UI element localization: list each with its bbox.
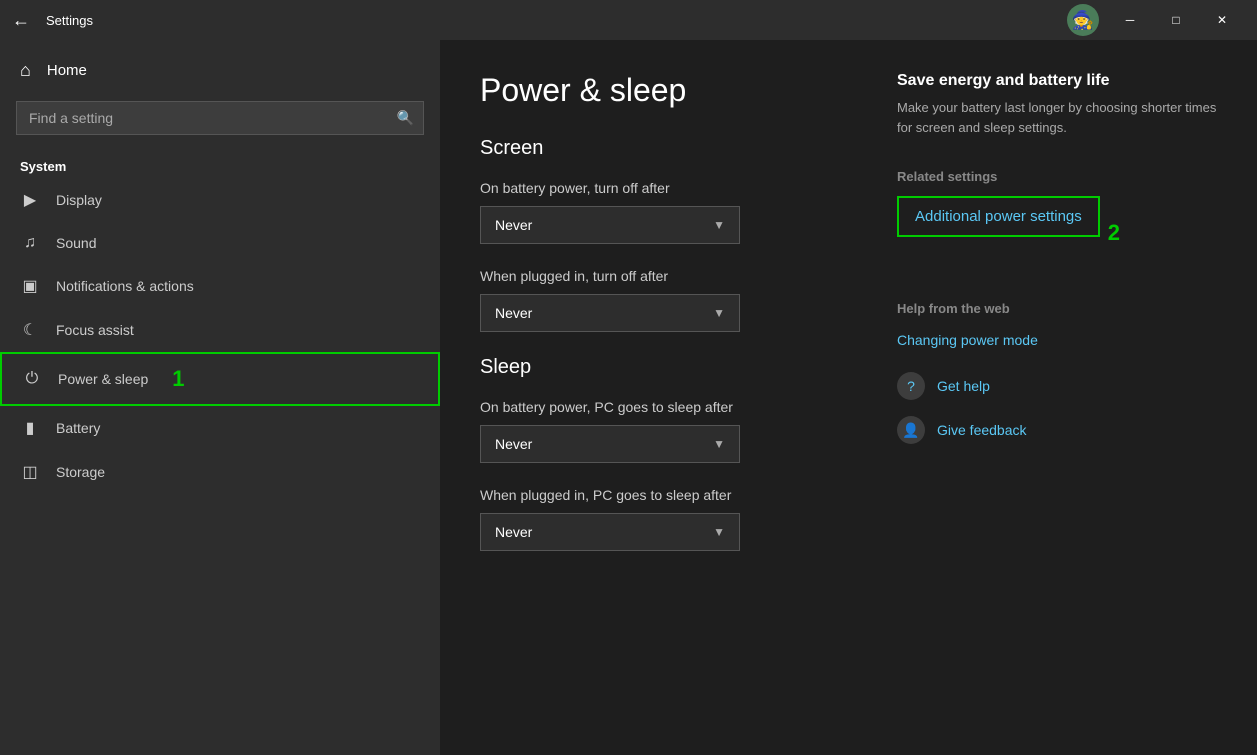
sidebar-item-storage[interactable]: ◫ Storage bbox=[0, 450, 440, 494]
screen-battery-label: On battery power, turn off after bbox=[480, 180, 849, 196]
content-side: Save energy and battery life Make your b… bbox=[897, 72, 1217, 723]
home-icon: ⌂ bbox=[20, 60, 31, 81]
get-help-label: Get help bbox=[937, 378, 990, 394]
sidebar-item-battery[interactable]: ▮ Battery bbox=[0, 406, 440, 450]
sidebar-item-label: Storage bbox=[56, 464, 105, 480]
get-help-icon: ? bbox=[897, 372, 925, 400]
search-icon: 🔍 bbox=[397, 110, 414, 127]
sleep-battery-dropdown[interactable]: Never ▼ bbox=[480, 425, 740, 463]
sleep-section: Sleep On battery power, PC goes to sleep… bbox=[480, 356, 849, 551]
minimize-button[interactable]: ─ bbox=[1107, 4, 1153, 36]
search-box: 🔍 bbox=[16, 101, 424, 135]
avatar: 🧙 bbox=[1067, 4, 1099, 36]
changing-power-mode-link[interactable]: Changing power mode bbox=[897, 332, 1217, 348]
sidebar-item-notifications[interactable]: ▣ Notifications & actions bbox=[0, 264, 440, 308]
screen-plugged-label: When plugged in, turn off after bbox=[480, 268, 849, 284]
screen-plugged-value: Never bbox=[495, 305, 532, 321]
sound-icon: ♫ bbox=[20, 234, 40, 252]
sleep-battery-value: Never bbox=[495, 436, 532, 452]
sleep-plugged-dropdown[interactable]: Never ▼ bbox=[480, 513, 740, 551]
help-section-title: Help from the web bbox=[897, 301, 1217, 316]
app-body: ⌂ Home 🔍 System ▶ Display ♫ Sound ▣ Noti… bbox=[0, 40, 1257, 755]
back-button[interactable]: ← bbox=[12, 10, 30, 31]
sidebar-item-label: Display bbox=[56, 192, 102, 208]
screen-section-title: Screen bbox=[480, 137, 849, 160]
sidebar-item-focus[interactable]: ☾ Focus assist bbox=[0, 308, 440, 352]
give-feedback-label: Give feedback bbox=[937, 422, 1027, 438]
focus-icon: ☾ bbox=[20, 320, 40, 340]
give-feedback-icon: 👤 bbox=[897, 416, 925, 444]
save-energy-title: Save energy and battery life bbox=[897, 72, 1217, 90]
sidebar-item-label: Battery bbox=[56, 420, 100, 436]
sidebar-item-home[interactable]: ⌂ Home bbox=[0, 48, 440, 93]
sidebar-item-label: Notifications & actions bbox=[56, 278, 194, 294]
sidebar-item-label: Focus assist bbox=[56, 322, 134, 338]
badge-2: 2 bbox=[1108, 220, 1120, 246]
badge-1: 1 bbox=[172, 366, 184, 392]
sidebar: ⌂ Home 🔍 System ▶ Display ♫ Sound ▣ Noti… bbox=[0, 40, 440, 755]
sleep-plugged-value: Never bbox=[495, 524, 532, 540]
close-button[interactable]: ✕ bbox=[1199, 4, 1245, 36]
related-settings-label: Related settings bbox=[897, 169, 1217, 184]
get-help-link[interactable]: ? Get help bbox=[897, 372, 1217, 400]
battery-icon: ▮ bbox=[20, 418, 40, 438]
sleep-plugged-label: When plugged in, PC goes to sleep after bbox=[480, 487, 849, 503]
maximize-button[interactable]: □ bbox=[1153, 4, 1199, 36]
display-icon: ▶ bbox=[20, 190, 40, 210]
content-main: Power & sleep Screen On battery power, t… bbox=[480, 72, 849, 723]
window-controls: ─ □ ✕ bbox=[1107, 4, 1245, 36]
sidebar-home-label: Home bbox=[47, 62, 87, 79]
sleep-battery-label: On battery power, PC goes to sleep after bbox=[480, 399, 849, 415]
power-icon: ⏻ bbox=[22, 370, 42, 388]
chevron-down-icon: ▼ bbox=[713, 306, 725, 320]
give-feedback-link[interactable]: 👤 Give feedback bbox=[897, 416, 1217, 444]
sleep-section-title: Sleep bbox=[480, 356, 849, 379]
storage-icon: ◫ bbox=[20, 462, 40, 482]
app-title: Settings bbox=[46, 13, 1067, 28]
sidebar-item-label: Sound bbox=[56, 235, 96, 251]
screen-plugged-dropdown[interactable]: Never ▼ bbox=[480, 294, 740, 332]
title-bar: ← Settings 🧙 ─ □ ✕ bbox=[0, 0, 1257, 40]
sidebar-item-power[interactable]: ⏻ Power & sleep 1 bbox=[0, 352, 440, 406]
search-input[interactable] bbox=[16, 101, 424, 135]
sidebar-item-sound[interactable]: ♫ Sound bbox=[0, 222, 440, 264]
main-content: Power & sleep Screen On battery power, t… bbox=[440, 40, 1257, 755]
screen-battery-value: Never bbox=[495, 217, 532, 233]
sidebar-section-label: System bbox=[0, 151, 440, 178]
sidebar-item-label: Power & sleep bbox=[58, 371, 148, 387]
screen-battery-dropdown[interactable]: Never ▼ bbox=[480, 206, 740, 244]
page-title: Power & sleep bbox=[480, 72, 849, 109]
sidebar-item-display[interactable]: ▶ Display bbox=[0, 178, 440, 222]
additional-power-settings-link[interactable]: Additional power settings bbox=[897, 196, 1100, 237]
notifications-icon: ▣ bbox=[20, 276, 40, 296]
chevron-down-icon: ▼ bbox=[713, 525, 725, 539]
chevron-down-icon: ▼ bbox=[713, 218, 725, 232]
save-energy-text: Make your battery last longer by choosin… bbox=[897, 98, 1217, 137]
chevron-down-icon: ▼ bbox=[713, 437, 725, 451]
